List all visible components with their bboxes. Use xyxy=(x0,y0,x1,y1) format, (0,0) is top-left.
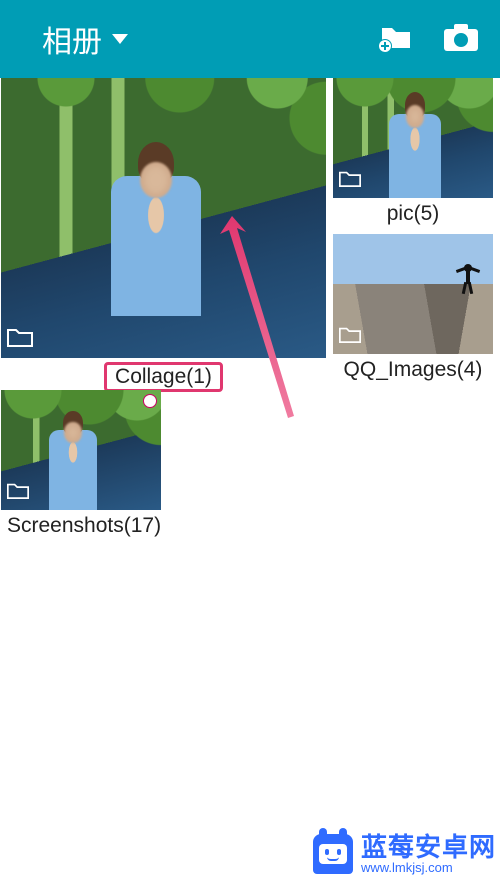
camera-button[interactable] xyxy=(444,23,478,56)
mascot-icon xyxy=(313,834,353,874)
album-label: Screenshots(17) xyxy=(1,510,161,542)
album-screenshots[interactable]: Screenshots(17) xyxy=(1,390,161,542)
album-pic[interactable]: pic(5) xyxy=(333,78,493,230)
dropdown-arrow-icon xyxy=(112,34,128,44)
new-folder-icon xyxy=(378,22,414,52)
folder-icon xyxy=(7,327,33,352)
album-qq-images[interactable]: QQ_Images(4) xyxy=(333,234,493,386)
new-folder-button[interactable] xyxy=(378,22,414,57)
album-collage[interactable]: Collage(1) xyxy=(1,78,326,396)
album-thumbnail xyxy=(1,390,161,510)
toolbar-title: 相册 xyxy=(42,17,102,61)
app-toolbar: 相册 xyxy=(0,0,500,78)
album-grid: Collage(1) pic(5) QQ_Images(4) xyxy=(0,78,500,84)
watermark: 蓝莓安卓网 www.lmkjsj.com xyxy=(313,833,496,875)
folder-icon xyxy=(7,482,29,504)
album-thumbnail xyxy=(1,78,326,358)
album-label: pic(5) xyxy=(333,198,493,230)
highlight-annotation: Collage(1) xyxy=(104,362,223,392)
album-thumbnail xyxy=(333,78,493,198)
toolbar-actions xyxy=(378,22,484,57)
folder-icon xyxy=(339,326,361,348)
album-thumbnail xyxy=(333,234,493,354)
title-dropdown[interactable]: 相册 xyxy=(16,17,378,61)
camera-icon xyxy=(444,23,478,51)
watermark-title: 蓝莓安卓网 xyxy=(361,833,496,862)
album-label: QQ_Images(4) xyxy=(333,354,493,386)
watermark-url: www.lmkjsj.com xyxy=(361,861,496,875)
folder-icon xyxy=(339,170,361,192)
